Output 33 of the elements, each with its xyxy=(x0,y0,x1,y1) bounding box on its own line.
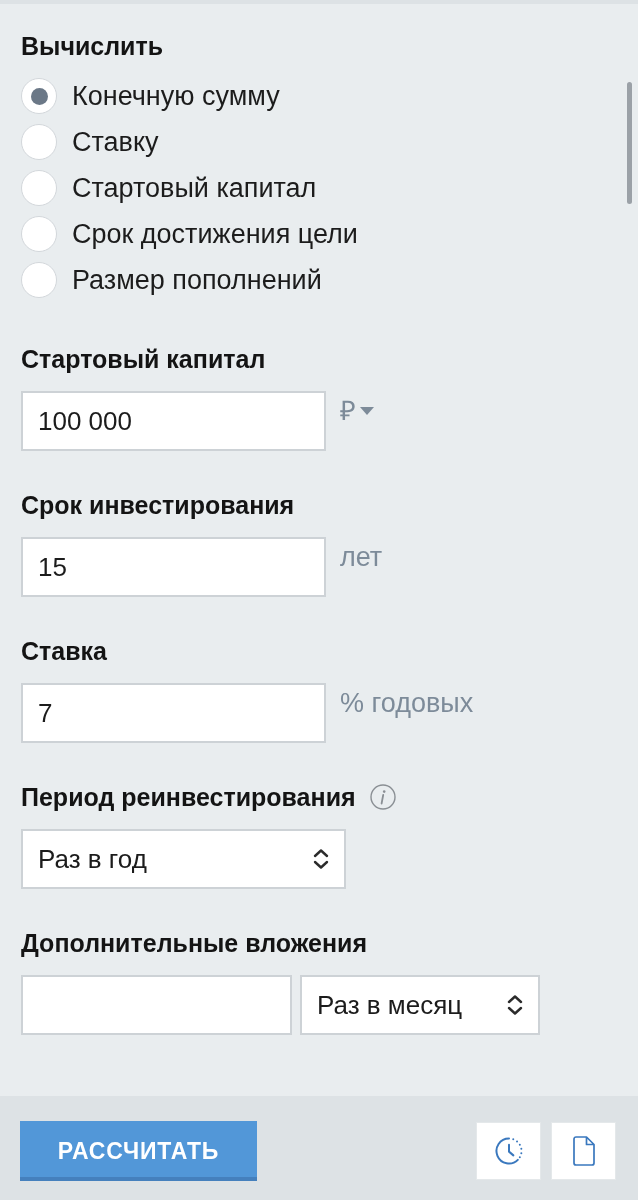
unit-label: лет xyxy=(340,542,383,572)
document-button[interactable] xyxy=(551,1122,616,1180)
chevron-updown-icon xyxy=(312,848,330,870)
scrollbar[interactable] xyxy=(627,82,632,204)
radio-label[interactable]: Срок достижения цели xyxy=(72,218,358,250)
field-label: Ставка xyxy=(21,637,107,665)
radio-button[interactable] xyxy=(21,124,57,160)
field-label: Срок инвестирования xyxy=(21,491,295,519)
radio-label[interactable]: Ставку xyxy=(72,126,159,158)
field-label: Стартовый капитал xyxy=(21,345,266,373)
document-icon xyxy=(572,1136,595,1166)
radio-button[interactable] xyxy=(21,78,57,114)
field-label: Дополнительные вложения xyxy=(21,929,368,957)
radio-button[interactable] xyxy=(21,170,57,206)
dropdown-select[interactable]: Раз в месяц xyxy=(300,975,540,1035)
input-field[interactable]: 7 xyxy=(21,683,326,743)
input-field[interactable]: 15 xyxy=(21,537,326,597)
chevron-updown-icon xyxy=(506,994,524,1016)
section-title: Вычислить xyxy=(21,32,164,60)
radio-button[interactable] xyxy=(21,216,57,252)
radio-button[interactable] xyxy=(21,262,57,298)
clock-icon xyxy=(493,1136,524,1166)
field-label: Период реинвестирования xyxy=(21,783,356,811)
radio-label[interactable]: Размер пополнений xyxy=(72,264,322,296)
input-field[interactable]: 100 000 xyxy=(21,391,326,451)
info-icon[interactable] xyxy=(369,784,396,810)
radio-label[interactable]: Конечную сумму xyxy=(72,80,280,112)
unit-label: % годовых xyxy=(340,688,474,718)
input-field[interactable] xyxy=(21,975,292,1035)
caret-icon xyxy=(360,407,374,415)
dropdown-select[interactable]: Раз в год xyxy=(21,829,346,889)
clock-button[interactable] xyxy=(476,1122,541,1180)
radio-label[interactable]: Стартовый капитал xyxy=(72,172,317,204)
